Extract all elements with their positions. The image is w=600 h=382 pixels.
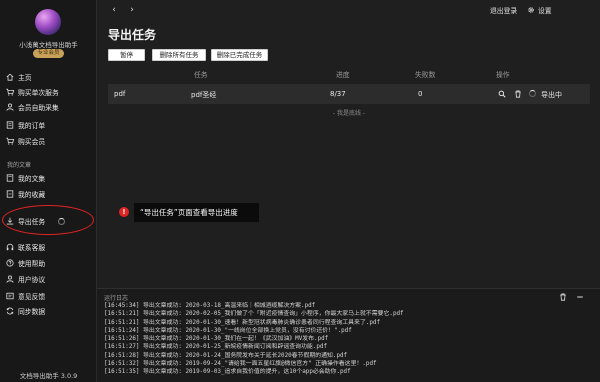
log-title: 运行日志 [104, 295, 129, 302]
column-failed: 失败数 [415, 71, 436, 79]
star-icon [6, 190, 14, 198]
table-header: 任务 进度 失败数 操作 [108, 67, 590, 81]
row-failed: 0 [418, 90, 423, 98]
sidebar-item-home[interactable]: 主页 [6, 71, 32, 83]
log-line: [16:51:27] 导出文章成功: 2020-01-25_新皖疫情新闻订阅和辟… [104, 344, 328, 351]
sidebar-item-member-collect[interactable]: 会员自助采集 [6, 101, 59, 113]
sidebar-item-favorites[interactable]: 我的收藏 [6, 188, 45, 200]
log-list: [16:45:34] 导出文章成功: 2020-03-18_高温来临｜相城酒缆解… [104, 302, 594, 377]
log-line: [16:51:24] 导出文章成功: 2020-01-30_"一线岗位全部换上党… [104, 327, 352, 334]
topbar: ‹ › 退出登录 设置 [97, 0, 600, 20]
delete-all-button[interactable]: 删除所有任务 [152, 49, 206, 61]
sidebar-item-label: 联系客服 [18, 244, 46, 252]
sidebar-item-label: 我的收藏 [18, 191, 46, 199]
alert-icon: ! [119, 207, 129, 217]
log-line: [16:51:32] 导出文章成功: 2019-09-24_"请给我一面五星红旗… [104, 361, 377, 368]
sidebar-item-label: 意见反馈 [18, 293, 46, 301]
back-icon[interactable]: ‹ [109, 5, 119, 15]
cart-icon [6, 88, 14, 96]
sidebar-item-label: 用户协议 [18, 276, 46, 284]
sidebar-item-label: 主页 [18, 74, 32, 82]
section-title: 我的文章 [7, 162, 32, 169]
list-end-text: - 我是底线 - [332, 110, 366, 117]
user-icon [6, 103, 14, 111]
feedback-icon [6, 292, 14, 300]
delete-completed-button[interactable]: 删除已完成任务 [211, 49, 268, 61]
sidebar-item-label: 使用帮助 [18, 260, 46, 268]
sidebar-item-label: 我的文集 [18, 175, 46, 183]
sidebar-item-support[interactable]: 联系客服 [6, 241, 45, 253]
trash-icon[interactable] [514, 90, 522, 98]
log-line: [16:51:28] 导出文章成功: 2020-01-24_国务院发布关于延长2… [104, 352, 348, 359]
settings-link[interactable]: 设置 [527, 5, 552, 15]
log-line: [16:51:21] 导出文章成功: 2020-01-30_速看！新型冠状病毒肺… [104, 319, 381, 326]
home-icon [6, 73, 14, 81]
app-title: 小浅萬文档导出助手 [19, 41, 78, 49]
gear-icon [528, 7, 534, 13]
sidebar-item-help[interactable]: 使用帮助 [6, 257, 45, 269]
sidebar-item-feedback[interactable]: 意见反馈 [6, 290, 45, 302]
column-task: 任务 [194, 71, 208, 79]
log-toolbar [559, 293, 584, 301]
cart-icon [6, 137, 14, 145]
sidebar-item-agreement[interactable]: 用户协议 [6, 273, 45, 285]
column-action: 操作 [496, 71, 510, 79]
settings-label: 设置 [538, 7, 552, 15]
log-line: [16:51:35] 导出文章成功: 2019-09-03_追求自我价值的提升，… [104, 369, 351, 376]
row-status: 导出中 [541, 91, 562, 99]
loading-spinner-icon [529, 90, 536, 97]
user-icon [6, 275, 14, 283]
order-icon [6, 121, 14, 129]
trash-icon[interactable] [559, 293, 567, 301]
pause-button[interactable]: 暂停 [108, 49, 145, 61]
log-panel: 运行日志 [16:45:34] 导出文章成功: 2020-03-18_高温来临｜… [97, 288, 600, 382]
sidebar-item-sync[interactable]: 同步数据 [6, 305, 45, 317]
page-title: 导出任务 [108, 28, 157, 42]
sidebar-item-collections[interactable]: 我的文集 [6, 172, 45, 184]
log-line: [16:51:21] 导出文章成功: 2020-02-05_我们做了个「附近疫情… [104, 311, 404, 318]
sidebar-item-buy-member[interactable]: 购买会员 [6, 135, 45, 147]
member-badge: 专业会员 [33, 49, 64, 58]
sidebar: 小浅萬文档导出助手 专业会员 主页 购买单次服务 会员自助采集 我的订单 购买会… [0, 0, 97, 382]
callout-tooltip: “导出任务”页面查看导出进度 [134, 203, 259, 222]
table-row[interactable]: pdf pdf圣经 8/37 0 导出中 [108, 84, 590, 104]
row-progress: 8/37 [330, 90, 346, 98]
sidebar-item-orders[interactable]: 我的订单 [6, 119, 45, 131]
sidebar-item-label: 购买会员 [18, 138, 46, 146]
avatar[interactable] [35, 9, 61, 35]
logout-link[interactable]: 退出登录 [490, 5, 517, 15]
folder-icon [6, 174, 14, 182]
headset-icon [6, 243, 14, 251]
sidebar-item-label: 购买单次服务 [18, 89, 59, 97]
sync-icon [6, 307, 14, 315]
minimize-icon[interactable] [576, 293, 584, 301]
sidebar-item-label: 同步数据 [18, 308, 46, 316]
sidebar-item-label: 会员自助采集 [18, 104, 59, 112]
log-line: [16:45:34] 导出文章成功: 2020-03-18_高温来临｜相城酒缆解… [104, 303, 316, 309]
row-name: pdf圣经 [191, 91, 217, 99]
logout-label: 退出登录 [490, 7, 518, 15]
forward-icon[interactable]: › [127, 5, 137, 15]
search-icon[interactable] [498, 90, 506, 98]
sidebar-item-buy-single[interactable]: 购买单次服务 [6, 86, 59, 98]
sidebar-item-label: 我的订单 [18, 122, 46, 130]
column-progress: 进度 [336, 71, 350, 79]
highlight-ring [2, 205, 94, 235]
log-line: [16:51:26] 导出文章成功: 2020-01-30_我们在一起！《武汉加… [104, 336, 329, 343]
app-version: 文档导出助手 3.0.9 [19, 372, 78, 380]
help-icon [6, 259, 14, 267]
row-type: pdf [114, 90, 126, 98]
